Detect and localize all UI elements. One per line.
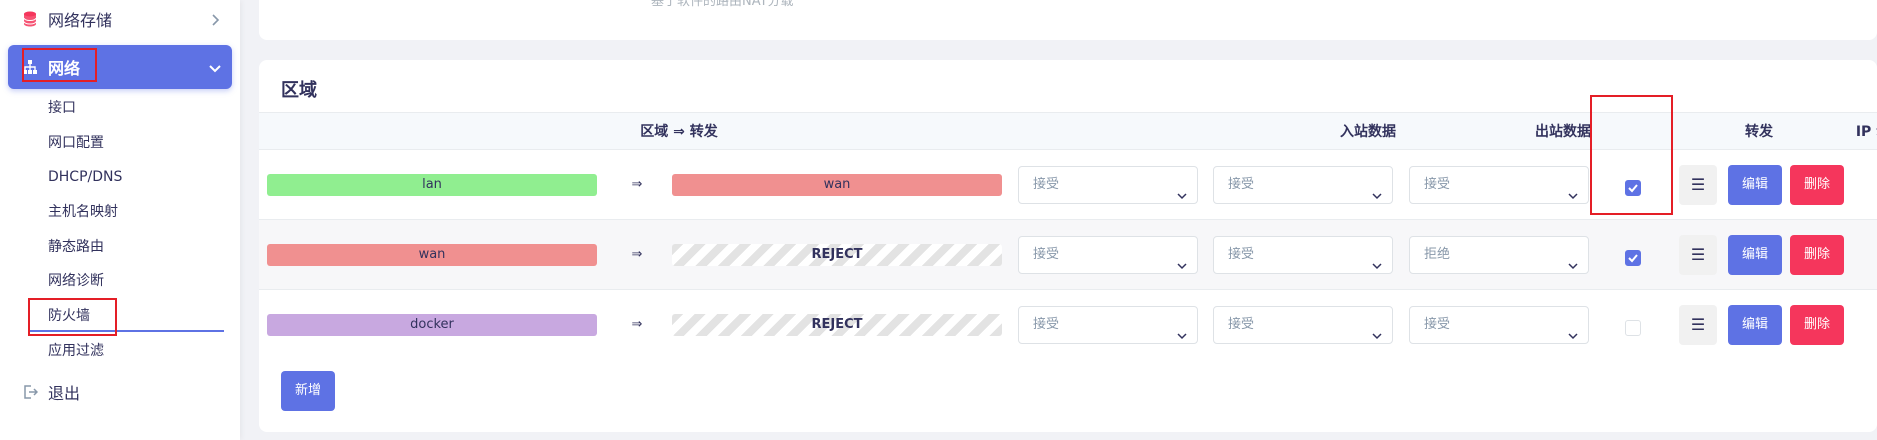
row-menu-button[interactable]: ☰ [1679, 165, 1717, 205]
select-value: 接受 [1424, 177, 1451, 192]
sidebar-item-label: 网络存储 [48, 11, 113, 30]
edit-button[interactable]: 编辑 [1728, 235, 1782, 275]
select-value: 接受 [1424, 317, 1451, 332]
input-policy-select[interactable]: 接受 [1018, 166, 1198, 204]
chevron-down-icon [1568, 320, 1578, 340]
sidebar-sub-item-hostnames[interactable]: 主机名映射 [48, 197, 118, 227]
highlight-box-firewall [28, 298, 117, 336]
chevron-down-icon [1568, 180, 1578, 200]
masquerade-checkbox[interactable] [1625, 250, 1641, 266]
chevron-right-icon [208, 12, 222, 26]
sidebar: 网络存储 网络 接口 网口配置 DHCP/DNS 主机名映射 静态路由 网络诊断… [0, 0, 240, 440]
header-masquerade: IP 动态伪装 [1855, 124, 1877, 140]
sidebar-sub-item-interfaces[interactable]: 接口 [48, 93, 76, 123]
forward-target: wan [672, 174, 1002, 196]
faded-description: 基于软件的路由NAT分载 [651, 0, 794, 9]
table-row: docker ⇒ REJECT 接受 接受 接受 ☰ 编辑 删除 [259, 290, 1877, 360]
forward-target: REJECT [672, 314, 1002, 336]
previous-card: 基于软件的路由NAT分载 [259, 0, 1877, 40]
sidebar-sub-item-app-filter[interactable]: 应用过滤 [48, 336, 104, 366]
forward-policy-select[interactable]: 接受 [1409, 306, 1589, 344]
output-policy-select[interactable]: 接受 [1213, 236, 1393, 274]
forward-arrow: ⇒ [631, 247, 643, 262]
row-menu-button[interactable]: ☰ [1679, 305, 1717, 345]
delete-button[interactable]: 删除 [1790, 305, 1844, 345]
chevron-down-icon [1177, 250, 1187, 270]
sidebar-sub-item-diagnostics[interactable]: 网络诊断 [48, 266, 104, 296]
check-icon [1628, 254, 1638, 263]
highlight-box-masquerade [1590, 95, 1673, 215]
delete-button[interactable]: 删除 [1790, 165, 1844, 205]
masquerade-checkbox[interactable] [1625, 320, 1641, 336]
zone-name: wan [267, 244, 597, 266]
header-zone-forward: 区域 ⇒ 转发 [640, 124, 718, 140]
zone-name: docker [267, 314, 597, 336]
table-row: wan ⇒ REJECT 接受 接受 拒绝 ☰ 编辑 删除 [259, 220, 1877, 290]
chevron-down-icon [1372, 320, 1382, 340]
select-value: 接受 [1228, 317, 1255, 332]
chevron-down-icon [1568, 250, 1578, 270]
logout-icon [22, 384, 38, 400]
zones-title: 区域 [281, 80, 317, 101]
chevron-down-icon [1177, 180, 1187, 200]
output-policy-select[interactable]: 接受 [1213, 306, 1393, 344]
database-icon [22, 11, 38, 27]
select-value: 接受 [1033, 247, 1060, 262]
input-policy-select[interactable]: 接受 [1018, 306, 1198, 344]
delete-button[interactable]: 删除 [1790, 235, 1844, 275]
chevron-down-icon [1177, 320, 1187, 340]
output-policy-select[interactable]: 接受 [1213, 166, 1393, 204]
select-value: 接受 [1033, 317, 1060, 332]
sidebar-sub-item-static-routes[interactable]: 静态路由 [48, 232, 104, 262]
forward-target: REJECT [672, 244, 1002, 266]
forward-arrow: ⇒ [631, 317, 643, 332]
header-forward: 转发 [1745, 124, 1773, 140]
select-value: 接受 [1033, 177, 1060, 192]
sidebar-sub-item-port-config[interactable]: 网口配置 [48, 128, 104, 158]
select-value: 接受 [1228, 177, 1255, 192]
zone-name: lan [267, 174, 597, 196]
sidebar-item-storage[interactable]: 网络存储 [8, 0, 232, 41]
chevron-down-icon [208, 60, 222, 74]
chevron-down-icon [1372, 180, 1382, 200]
input-policy-select[interactable]: 接受 [1018, 236, 1198, 274]
select-value: 接受 [1228, 247, 1255, 262]
select-value: 拒绝 [1424, 247, 1451, 262]
chevron-down-icon [1372, 250, 1382, 270]
sidebar-item-logout[interactable]: 退出 [8, 370, 232, 414]
forward-policy-select[interactable]: 拒绝 [1409, 236, 1589, 274]
add-zone-button[interactable]: 新增 [281, 371, 335, 411]
forward-policy-select[interactable]: 接受 [1409, 166, 1589, 204]
edit-button[interactable]: 编辑 [1728, 165, 1782, 205]
sidebar-sub-item-dhcp-dns[interactable]: DHCP/DNS [48, 162, 122, 192]
sidebar-item-label: 退出 [48, 384, 81, 403]
edit-button[interactable]: 编辑 [1728, 305, 1782, 345]
zones-card: 区域 区域 ⇒ 转发 入站数据 出站数据 转发 IP 动态伪装 lan ⇒ wa… [259, 60, 1877, 432]
row-menu-button[interactable]: ☰ [1679, 235, 1717, 275]
highlight-box-network [22, 48, 97, 82]
forward-arrow: ⇒ [631, 177, 643, 192]
header-input: 入站数据 [1340, 124, 1396, 140]
